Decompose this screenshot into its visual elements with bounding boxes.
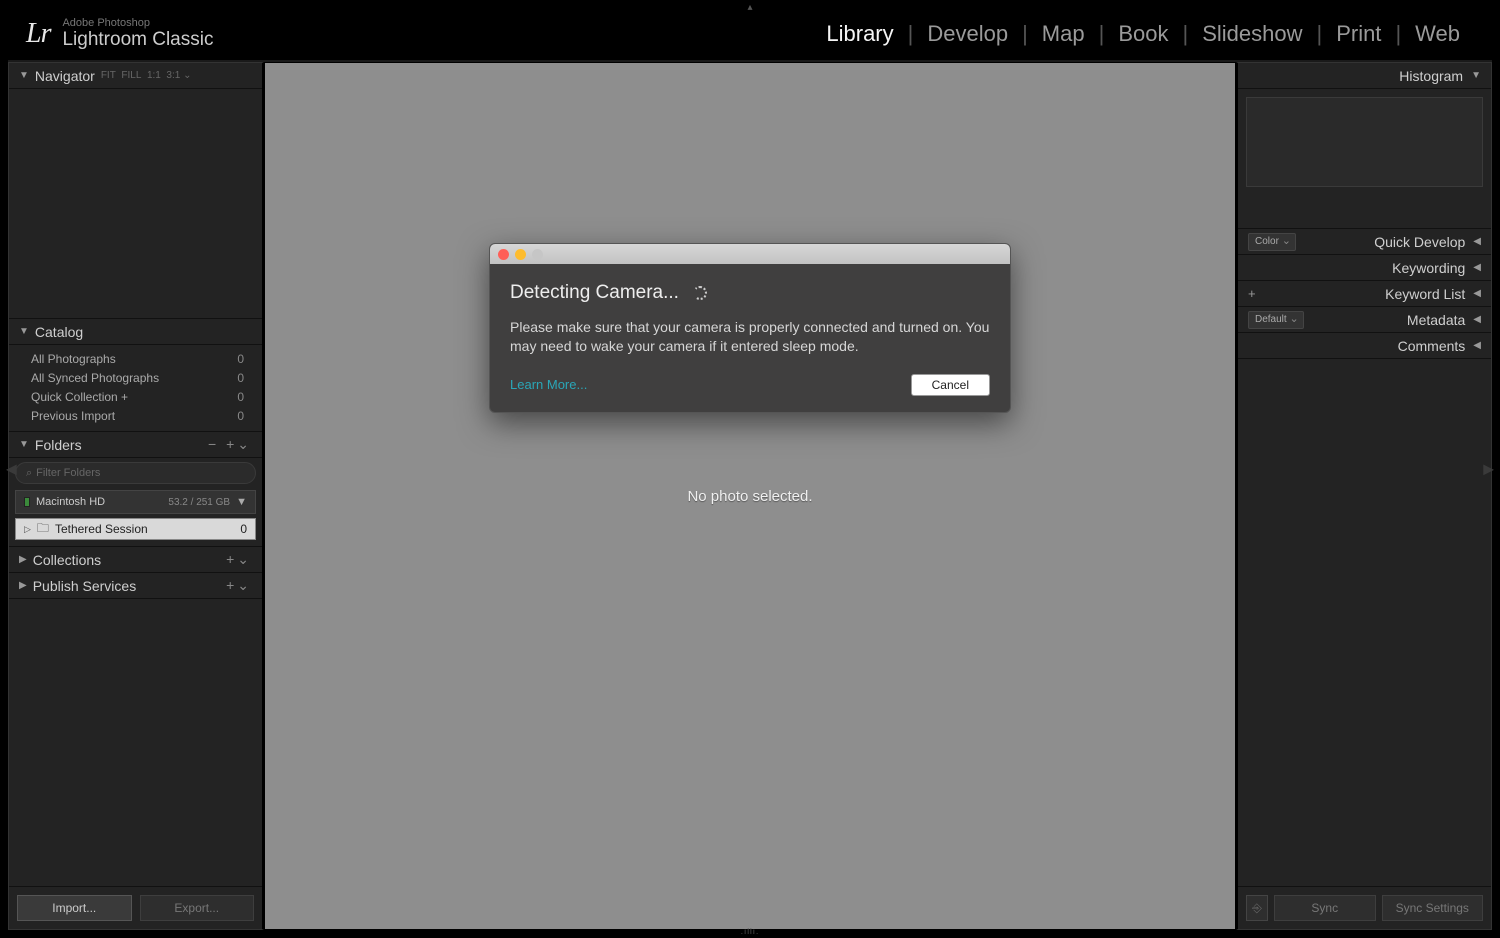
cancel-button[interactable]: Cancel xyxy=(911,374,990,396)
folders-label: Folders xyxy=(35,437,82,453)
module-slideshow[interactable]: Slideshow xyxy=(1188,21,1316,47)
right-panel: Histogram ▼ Color Quick Develop ◀ Keywor… xyxy=(1236,62,1492,930)
module-map[interactable]: Map xyxy=(1028,21,1099,47)
volume-usage: 53.2 / 251 GB xyxy=(168,497,230,508)
search-icon: ⌕ xyxy=(26,467,32,480)
keywording-label: Keywording xyxy=(1392,260,1465,276)
folder-row[interactable]: ▷ 🗀 Tethered Session 0 xyxy=(15,518,256,540)
add-keyword-icon[interactable]: + xyxy=(1248,286,1256,301)
chevron-right-icon: ▶ xyxy=(19,554,27,565)
keyword-list-label: Keyword List xyxy=(1385,286,1465,302)
volume-row[interactable]: Macintosh HD 53.2 / 251 GB ▼ xyxy=(15,490,256,514)
histogram-plot xyxy=(1246,97,1483,187)
sync-lock-icon[interactable]: ⎆ xyxy=(1246,895,1268,921)
folder-icon: 🗀 xyxy=(37,519,49,540)
folders-header[interactable]: ▼ Folders − +⌄ xyxy=(9,432,262,458)
folder-count: 0 xyxy=(240,522,247,536)
histogram-body xyxy=(1238,89,1491,229)
collections-add[interactable]: +⌄ xyxy=(226,551,252,568)
publish-header[interactable]: ▶ Publish Services +⌄ xyxy=(9,573,262,599)
collections-header[interactable]: ▶ Collections +⌄ xyxy=(9,547,262,573)
chevron-left-icon: ◀ xyxy=(1473,288,1481,299)
close-icon[interactable] xyxy=(498,249,509,260)
left-panel-footer: Import... Export... xyxy=(9,886,262,929)
dialog-titlebar[interactable] xyxy=(490,244,1010,264)
metadata-label: Metadata xyxy=(1407,312,1465,328)
chevron-down-icon: ▼ xyxy=(1471,70,1481,81)
chevron-left-icon: ◀ xyxy=(1473,262,1481,273)
chevron-right-icon: ▷ xyxy=(24,524,31,535)
chevron-left-icon: ◀ xyxy=(1473,236,1481,247)
sync-settings-button[interactable]: Sync Settings xyxy=(1382,895,1484,921)
left-panel: ▼ Navigator FIT FILL 1:1 3:1 ⌄ ▼ Catalog… xyxy=(8,62,264,930)
minimize-icon[interactable] xyxy=(515,249,526,260)
dialog-text: Please make sure that your camera is pro… xyxy=(510,318,990,356)
expand-bottom-icon[interactable]: .ıllı. xyxy=(741,927,759,936)
catalog-row-previous[interactable]: Previous Import0 xyxy=(15,406,256,425)
detecting-camera-dialog: Detecting Camera... Please make sure tha… xyxy=(489,243,1011,413)
keywording-header[interactable]: Keywording ◀ xyxy=(1238,255,1491,281)
collections-label: Collections xyxy=(33,552,101,568)
module-print[interactable]: Print xyxy=(1322,21,1395,47)
catalog-row-all[interactable]: All Photographs0 xyxy=(15,349,256,368)
chevron-down-icon: ▼ xyxy=(19,70,29,81)
quick-develop-mode-select[interactable]: Color xyxy=(1248,233,1296,251)
catalog-header[interactable]: ▼ Catalog xyxy=(9,319,262,345)
zoom-icon xyxy=(532,249,543,260)
left-panel-grip-icon[interactable]: ◀ xyxy=(6,461,17,478)
metadata-header[interactable]: Default Metadata ◀ xyxy=(1238,307,1491,333)
disk-led-icon xyxy=(24,497,30,507)
chevron-down-icon: ▼ xyxy=(19,439,29,450)
dialog-title: Detecting Camera... xyxy=(510,282,679,304)
module-web[interactable]: Web xyxy=(1401,21,1474,47)
publish-add[interactable]: +⌄ xyxy=(226,577,252,594)
catalog-list: All Photographs0 All Synced Photographs0… xyxy=(9,345,262,432)
catalog-label: Catalog xyxy=(35,324,83,340)
module-library[interactable]: Library xyxy=(812,21,907,47)
folders-tools[interactable]: − +⌄ xyxy=(208,436,252,453)
catalog-row-synced[interactable]: All Synced Photographs0 xyxy=(15,368,256,387)
chevron-down-icon: ▼ xyxy=(19,326,29,337)
import-button[interactable]: Import... xyxy=(17,895,132,921)
brand-main: Lightroom Classic xyxy=(62,29,213,51)
navigator-header[interactable]: ▼ Navigator FIT FILL 1:1 3:1 ⌄ xyxy=(9,63,262,89)
histogram-label: Histogram xyxy=(1399,68,1463,84)
quick-develop-header[interactable]: Color Quick Develop ◀ xyxy=(1238,229,1491,255)
navigator-label: Navigator xyxy=(35,68,95,84)
expand-top-icon[interactable]: ▴ xyxy=(747,2,752,13)
export-button[interactable]: Export... xyxy=(140,895,255,921)
volume-name: Macintosh HD xyxy=(36,496,105,508)
brand-sub: Adobe Photoshop xyxy=(62,17,213,30)
right-panel-footer: ⎆ Sync Sync Settings xyxy=(1238,886,1491,929)
sync-button[interactable]: Sync xyxy=(1274,895,1376,921)
module-develop[interactable]: Develop xyxy=(913,21,1022,47)
histogram-header[interactable]: Histogram ▼ xyxy=(1238,63,1491,89)
no-photo-text: No photo selected. xyxy=(687,488,812,505)
chevron-down-icon: ▼ xyxy=(236,496,247,508)
chevron-left-icon: ◀ xyxy=(1473,340,1481,351)
catalog-row-quick[interactable]: Quick Collection +0 xyxy=(15,387,256,406)
folder-name: Tethered Session xyxy=(55,522,148,536)
app-logo-block: Lr Adobe Photoshop Lightroom Classic xyxy=(26,17,213,51)
folders-filter-placeholder: Filter Folders xyxy=(36,467,100,479)
module-book[interactable]: Book xyxy=(1104,21,1182,47)
comments-header[interactable]: Comments ◀ xyxy=(1238,333,1491,359)
metadata-preset-select[interactable]: Default xyxy=(1248,311,1304,329)
comments-label: Comments xyxy=(1398,338,1466,354)
navigator-zoom-presets[interactable]: FIT FILL 1:1 3:1 ⌄ xyxy=(101,70,192,81)
navigator-body xyxy=(9,89,262,319)
module-picker: Library| Develop| Map| Book| Slideshow| … xyxy=(812,21,1474,47)
right-panel-grip-icon[interactable]: ▶ xyxy=(1483,461,1494,478)
publish-label: Publish Services xyxy=(33,578,137,594)
chevron-left-icon: ◀ xyxy=(1473,314,1481,325)
quick-develop-label: Quick Develop xyxy=(1374,234,1465,250)
lr-logo: Lr xyxy=(26,18,50,50)
content-area: No photo selected. Detecting Camera... P… xyxy=(264,62,1236,930)
app-header: Lr Adobe Photoshop Lightroom Classic Lib… xyxy=(8,8,1492,60)
keyword-list-header[interactable]: + Keyword List ◀ xyxy=(1238,281,1491,307)
learn-more-link[interactable]: Learn More... xyxy=(510,377,587,392)
folders-filter-input[interactable]: ⌕ Filter Folders xyxy=(15,462,256,484)
spinner-icon xyxy=(693,286,707,300)
chevron-right-icon: ▶ xyxy=(19,580,27,591)
